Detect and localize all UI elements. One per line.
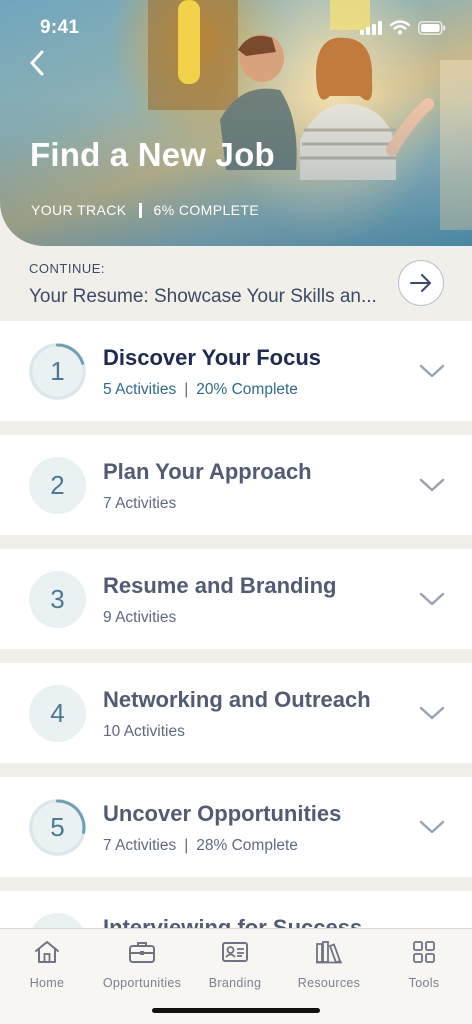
section-number-badge: 2 [29, 457, 86, 514]
section-number: 1 [50, 356, 65, 386]
separator: | [184, 837, 189, 854]
tab-label: Tools [408, 976, 440, 990]
section-activities: 7 Activities [103, 495, 177, 512]
section-number: 2 [50, 470, 65, 500]
expand-button[interactable] [418, 359, 446, 383]
section-title: Networking and Outreach [103, 687, 371, 712]
wifi-icon [390, 20, 410, 35]
continue-card[interactable]: CONTINUE: Your Resume: Showcase Your Ski… [0, 246, 472, 320]
battery-icon [418, 20, 446, 35]
status-bar: 9:41 [0, 0, 472, 56]
expand-button[interactable] [418, 473, 446, 497]
chevron-down-icon [419, 820, 445, 834]
section-meta: 7 Activities | 28% Complete [103, 837, 298, 855]
section-activities: 5 Activities [103, 381, 177, 398]
tab-tools[interactable]: Tools [377, 939, 471, 995]
home-icon [35, 941, 59, 963]
continue-label: CONTINUE: [29, 261, 105, 276]
page-title: Find a New Job [30, 136, 275, 173]
section-title: Uncover Opportunities [103, 801, 342, 826]
continue-activity-title[interactable]: Your Resume: Showcase Your Skills an... [29, 286, 377, 308]
section-number-badge: 5 [29, 799, 86, 856]
section-number-badge: 4 [29, 685, 86, 742]
section-meta: 10 Activities [103, 723, 185, 741]
signal-icon [360, 20, 382, 35]
status-time: 9:41 [40, 17, 80, 38]
chevron-down-icon [419, 364, 445, 378]
expand-button[interactable] [418, 587, 446, 611]
section-row[interactable]: 1 Discover Your Focus 5 Activities | 20%… [0, 321, 472, 421]
tab-label: Opportunities [102, 976, 182, 990]
section-meta: 5 Activities | 20% Complete [103, 381, 298, 399]
section-title: Plan Your Approach [103, 459, 312, 484]
separator: | [184, 381, 189, 398]
section-progress: 20% Complete [196, 381, 298, 398]
section-meta: 7 Activities [103, 495, 176, 513]
status-icons [360, 20, 446, 35]
tab-label: Resources [297, 976, 361, 990]
section-row[interactable]: 3 Resume and Branding 9 Activities [0, 549, 472, 649]
section-row[interactable]: 2 Plan Your Approach 7 Activities [0, 435, 472, 535]
books-icon [316, 941, 342, 964]
section-row[interactable]: 5 Uncover Opportunities 7 Activities | 2… [0, 777, 472, 877]
section-row[interactable]: 4 Networking and Outreach 10 Activities [0, 663, 472, 763]
section-activities: 7 Activities [103, 837, 177, 854]
section-number: 5 [50, 812, 65, 842]
tab-resources[interactable]: Resources [282, 939, 376, 995]
chevron-down-icon [419, 592, 445, 606]
id-card-icon [222, 942, 248, 962]
tab-label: Branding [208, 976, 262, 990]
chevron-left-icon [30, 50, 44, 76]
arrow-right-icon [410, 274, 431, 292]
section-activities: 10 Activities [103, 723, 185, 740]
grid-icon [413, 941, 435, 963]
section-meta: 9 Activities [103, 609, 176, 627]
tab-branding[interactable]: Branding [188, 939, 282, 995]
chevron-down-icon [419, 706, 445, 720]
section-activities: 9 Activities [103, 609, 177, 626]
section-progress: 28% Complete [196, 837, 298, 854]
section-number: 4 [50, 698, 65, 728]
expand-button[interactable] [418, 701, 446, 725]
section-number-badge: 1 [29, 343, 86, 400]
track-label: YOUR TRACK [31, 202, 127, 218]
section-number-badge: 3 [29, 571, 86, 628]
section-number: 3 [50, 584, 65, 614]
expand-button[interactable] [418, 815, 446, 839]
divider [138, 202, 142, 218]
track-progress-label: 6% COMPLETE [153, 202, 260, 218]
back-button[interactable] [22, 48, 52, 78]
home-indicator [152, 1008, 320, 1013]
tab-label: Home [29, 976, 65, 990]
section-title: Discover Your Focus [103, 345, 322, 370]
tab-opportunities[interactable]: Opportunities [95, 939, 189, 995]
section-title: Resume and Branding [103, 573, 337, 598]
continue-button[interactable] [398, 260, 444, 306]
briefcase-icon [129, 942, 155, 963]
track-progress: YOUR TRACK 6% COMPLETE [31, 202, 259, 218]
hero-banner: 9:41 Find a New Job YOUR TRACK 6% COMPLE… [0, 0, 472, 246]
chevron-down-icon [419, 478, 445, 492]
tab-home[interactable]: Home [0, 939, 94, 995]
